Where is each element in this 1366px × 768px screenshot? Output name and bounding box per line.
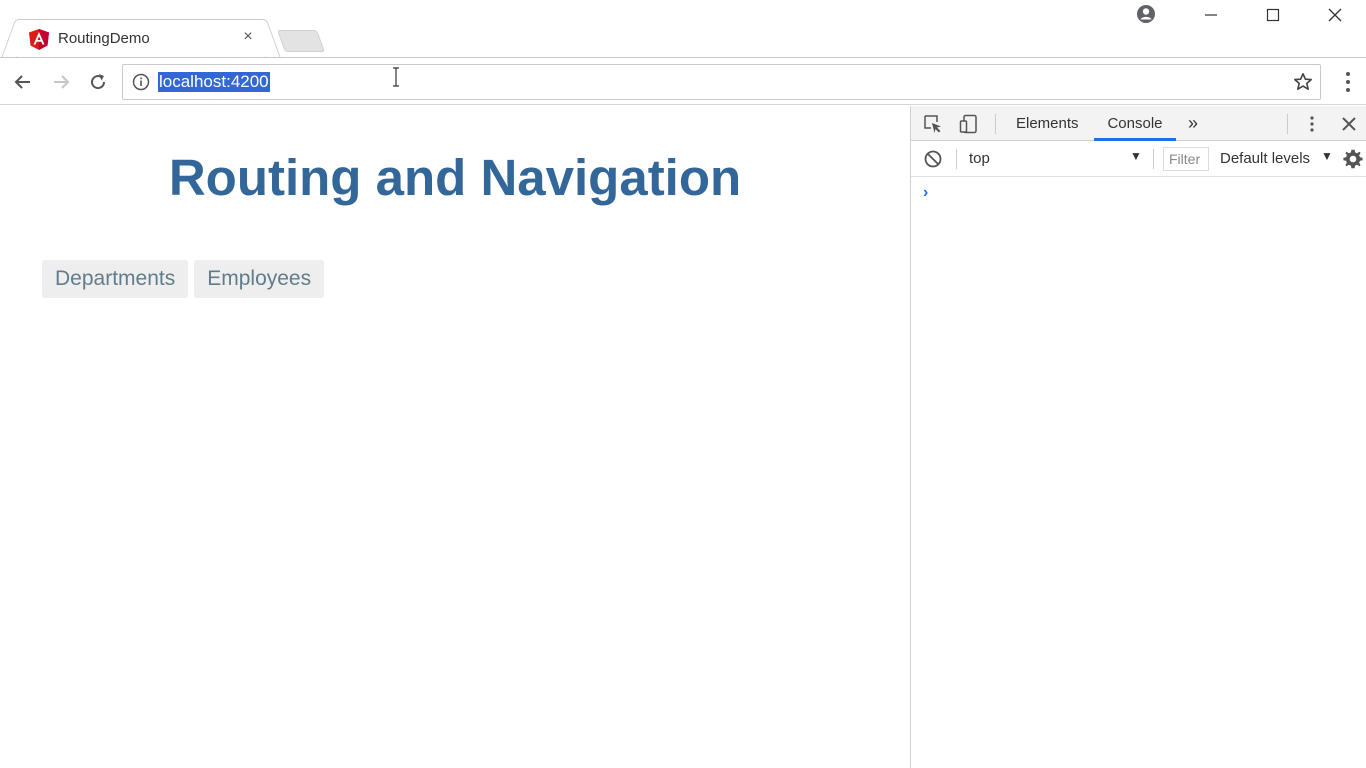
forward-icon[interactable] — [48, 69, 74, 95]
console-prompt[interactable]: › — [923, 184, 928, 202]
minimize-icon[interactable] — [1180, 0, 1242, 30]
context-dropdown-icon[interactable]: ▼ — [1130, 149, 1142, 163]
browser-toolbar: localhost:4200 — [0, 57, 1366, 105]
close-icon[interactable] — [1304, 0, 1366, 30]
clear-console-icon[interactable] — [923, 149, 943, 169]
tab-console[interactable]: Console — [1094, 106, 1176, 141]
address-bar[interactable]: localhost:4200 — [122, 64, 1321, 100]
back-icon[interactable] — [10, 69, 36, 95]
browser-tab[interactable]: RoutingDemo × — [16, 19, 266, 58]
profile-icon[interactable] — [1136, 4, 1156, 24]
angular-icon — [29, 29, 49, 50]
tab-elements[interactable]: Elements — [1014, 106, 1081, 141]
new-tab-icon[interactable] — [276, 30, 326, 52]
tab-title: RoutingDemo — [58, 30, 150, 47]
bookmark-star-icon[interactable] — [1293, 72, 1313, 92]
info-icon[interactable] — [132, 73, 150, 91]
tab-close-icon[interactable]: × — [239, 28, 257, 46]
devtools-panel: Elements Console » top ▼ Filter Default … — [910, 106, 1366, 768]
log-levels-selector[interactable]: Default levels — [1220, 150, 1310, 167]
devtools-menu-icon[interactable] — [1302, 114, 1322, 134]
context-selector[interactable]: top — [969, 150, 990, 167]
levels-dropdown-icon[interactable]: ▼ — [1321, 149, 1333, 163]
console-toolbar: top ▼ Filter Default levels ▼ — [911, 141, 1366, 177]
maximize-icon[interactable] — [1242, 0, 1304, 30]
nav-links: Departments Employees — [42, 260, 325, 298]
page-content: Routing and Navigation Departments Emplo… — [0, 106, 910, 768]
text-cursor-icon — [393, 67, 399, 87]
devtools-separator — [1287, 114, 1288, 134]
reload-icon[interactable] — [85, 69, 111, 95]
departments-link[interactable]: Departments — [42, 260, 189, 298]
address-url[interactable]: localhost:4200 — [158, 72, 270, 92]
devtools-separator — [995, 114, 996, 134]
title-bar: RoutingDemo × — [0, 0, 1366, 58]
settings-gear-icon[interactable] — [1343, 149, 1363, 169]
browser-menu-icon[interactable] — [1338, 70, 1358, 94]
console-filter-input[interactable]: Filter — [1163, 147, 1209, 171]
more-tabs-icon[interactable]: » — [1186, 106, 1200, 141]
page-title: Routing and Navigation — [168, 149, 742, 206]
devtools-separator — [956, 149, 957, 169]
devtools-close-icon[interactable] — [1339, 114, 1359, 134]
employees-link[interactable]: Employees — [194, 260, 325, 298]
devtools-tabbar: Elements Console » — [911, 106, 1366, 141]
devtools-separator — [1153, 149, 1154, 169]
device-toolbar-icon[interactable] — [959, 114, 979, 134]
inspect-element-icon[interactable] — [923, 114, 943, 134]
